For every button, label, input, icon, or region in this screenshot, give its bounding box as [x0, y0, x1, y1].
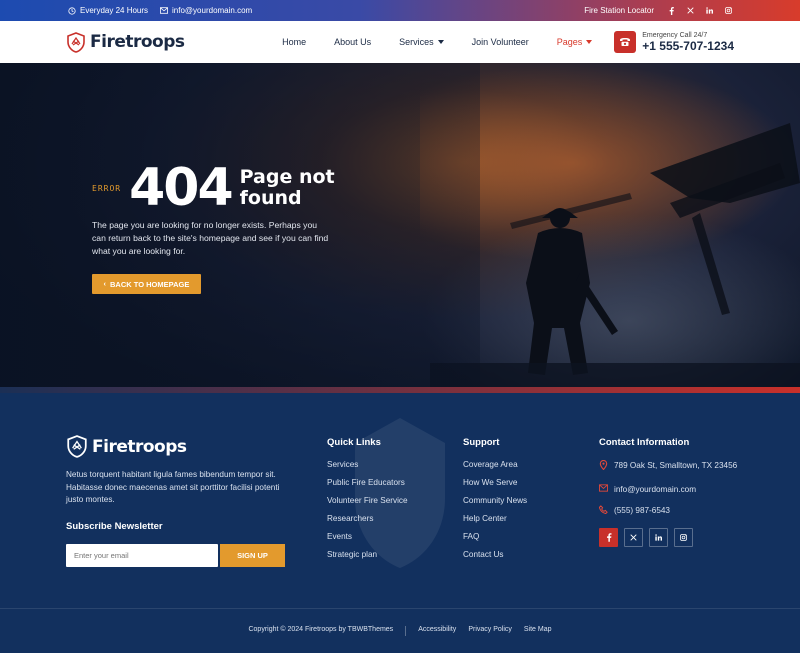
footer-link[interactable]: Public Fire Educators	[327, 478, 408, 487]
support-title: Support	[463, 437, 500, 448]
back-to-homepage-button[interactable]: ‹ BACK TO HOMEPAGE	[92, 274, 201, 294]
footer-link[interactable]: Events	[327, 532, 408, 541]
site-footer: Firetroops Netus torquent habitant ligul…	[0, 393, 800, 653]
firefighter-badge-icon	[66, 435, 88, 458]
newsletter-title: Subscribe Newsletter	[66, 521, 163, 532]
hero-404: ERROR 404 Page not found The page you ar…	[0, 63, 800, 393]
error-heading: ERROR 404 Page not found	[92, 158, 335, 218]
footer-link[interactable]: Coverage Area	[463, 460, 527, 469]
quick-links-title: Quick Links	[327, 437, 381, 448]
x-icon[interactable]	[687, 7, 694, 14]
instagram-icon[interactable]	[725, 7, 732, 14]
facebook-icon[interactable]	[668, 6, 675, 15]
footer-link[interactable]: Community News	[463, 496, 527, 505]
contact-title: Contact Information	[599, 437, 690, 448]
page-title-line-2: found	[239, 187, 302, 209]
linkedin-icon[interactable]	[649, 527, 668, 547]
contact-column: Contact Information 789 Oak St, Smalltow…	[598, 437, 739, 547]
newsletter-email-input[interactable]	[66, 544, 218, 567]
linkedin-icon[interactable]	[706, 7, 713, 14]
nav-join-label: Join Volunteer	[471, 37, 529, 47]
bottom-link-accessibility[interactable]: Accessibility	[418, 626, 456, 636]
phone-icon	[614, 31, 637, 53]
quick-links-column: Quick Links Services Public Fire Educato…	[327, 437, 408, 568]
footer-link[interactable]: Researchers	[327, 514, 408, 523]
emergency-label: Emergency Call 24/7	[642, 31, 708, 39]
x-icon[interactable]	[624, 527, 643, 547]
footer-link[interactable]: How We Serve	[463, 478, 527, 487]
brand-name: Firetroops	[90, 32, 185, 52]
nav-about-label: About Us	[334, 37, 372, 47]
footer-link[interactable]: Contact Us	[463, 550, 527, 559]
footer-divider	[0, 608, 800, 609]
facebook-icon[interactable]	[599, 527, 618, 547]
phone-icon	[598, 505, 608, 519]
nav-services[interactable]: Services	[385, 37, 458, 47]
footer-logo[interactable]: Firetroops	[66, 435, 187, 458]
contact-phone[interactable]: (555) 987-6543	[598, 505, 739, 519]
error-code: 404	[129, 158, 234, 218]
page-title: Page not found	[240, 167, 335, 209]
nav-home[interactable]: Home	[268, 37, 320, 47]
signup-button[interactable]: SIGN UP	[220, 544, 285, 567]
footer-link[interactable]: Volunteer Fire Service	[327, 496, 408, 505]
email-text[interactable]: info@yourdomain.com	[614, 484, 696, 497]
site-header: Firetroops Home About Us Services Join V…	[0, 21, 800, 63]
site-logo[interactable]: Firetroops	[66, 31, 185, 53]
divider	[405, 626, 407, 636]
copyright-text: Copyright © 2024 Firetroops by TBWBTheme…	[248, 626, 394, 633]
address-text: 789 Oak St, Smalltown, TX 23456	[614, 461, 738, 470]
nav-pages-label: Pages	[556, 37, 583, 47]
hours-info: Everyday 24 Hours	[68, 6, 148, 15]
top-bar: Everyday 24 Hours info@yourdomain.com Fi…	[0, 0, 800, 21]
page-title-line-1: Page not	[239, 166, 335, 188]
chevron-down-icon	[437, 40, 444, 44]
error-description: The page you are looking for no longer e…	[92, 220, 329, 256]
footer-bottom-bar: Copyright © 2024 Firetroops by TBWBTheme…	[0, 626, 800, 636]
footer-link[interactable]: Services	[327, 460, 408, 469]
email-info[interactable]: info@yourdomain.com	[160, 6, 252, 15]
support-column: Support Coverage Area How We Serve Commu…	[463, 437, 527, 568]
footer-link[interactable]: Strategic plan	[327, 550, 408, 559]
back-to-homepage-label: BACK TO HOMEPAGE	[110, 279, 190, 289]
main-nav: Home About Us Services Join Volunteer Pa…	[268, 37, 606, 47]
nav-home-label: Home	[282, 37, 307, 47]
instagram-icon[interactable]	[674, 527, 693, 547]
phone-text[interactable]: (555) 987-6543	[614, 505, 670, 519]
footer-social	[599, 527, 739, 547]
emergency-call[interactable]: Emergency Call 24/7 +1 555-707-1234	[614, 31, 734, 53]
bottom-link-sitemap[interactable]: Site Map	[524, 626, 552, 636]
footer-brand-name: Firetroops	[92, 436, 187, 457]
bottom-link-privacy[interactable]: Privacy Policy	[468, 626, 512, 636]
nav-about[interactable]: About Us	[320, 37, 385, 47]
emergency-number[interactable]: +1 555-707-1234	[642, 39, 734, 53]
contact-address: 789 Oak St, Smalltown, TX 23456	[599, 459, 739, 475]
chevron-down-icon	[586, 40, 593, 44]
firefighter-silhouette	[430, 123, 800, 393]
footer-link[interactable]: FAQ	[463, 532, 527, 541]
clock-icon	[68, 6, 76, 15]
nav-services-label: Services	[399, 37, 434, 47]
contact-email[interactable]: info@yourdomain.com	[599, 483, 739, 497]
fire-station-locator-link[interactable]: Fire Station Locator	[584, 6, 654, 15]
footer-description: Netus torquent habitant ligula fames bib…	[66, 470, 280, 504]
nav-pages[interactable]: Pages	[543, 37, 607, 47]
mail-icon	[599, 483, 608, 497]
firefighter-badge-icon	[66, 31, 86, 53]
email-text[interactable]: info@yourdomain.com	[172, 6, 252, 15]
mail-icon	[160, 7, 169, 14]
map-pin-icon	[599, 459, 608, 475]
nav-join-volunteer[interactable]: Join Volunteer	[458, 37, 543, 47]
arrow-left-icon: ‹	[103, 280, 107, 288]
footer-link[interactable]: Help Center	[463, 514, 527, 523]
hours-text: Everyday 24 Hours	[80, 6, 149, 15]
error-tag: ERROR	[92, 183, 122, 193]
